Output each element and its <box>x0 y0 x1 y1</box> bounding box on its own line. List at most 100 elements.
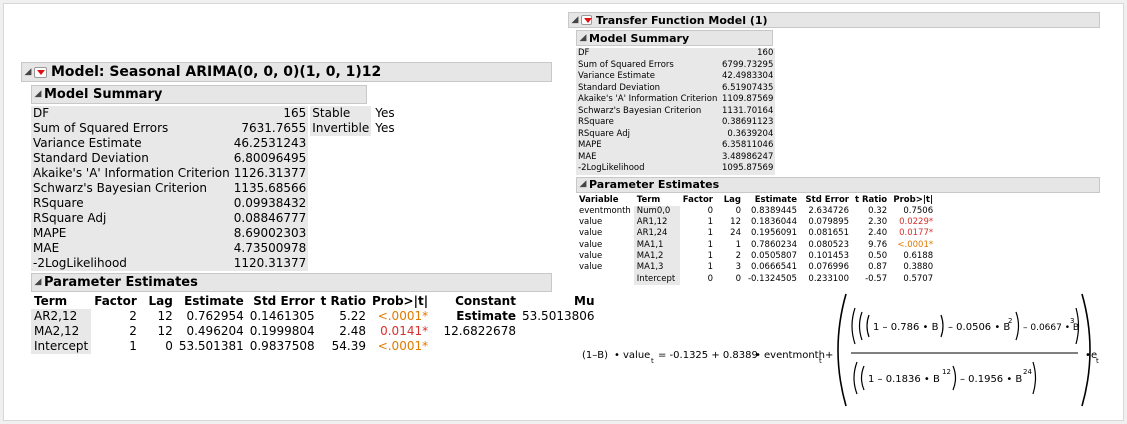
summary-label: RSquare <box>576 117 720 129</box>
cell-factor: 0 <box>707 273 713 284</box>
model-summary-header[interactable]: ◢ Model Summary <box>576 30 773 46</box>
red-triangle-menu-icon[interactable] <box>34 66 47 78</box>
column-header[interactable]: Prob>|t| <box>890 195 936 206</box>
table-row: MA2,12 2 12 0.496204 0.1999804 2.48 0.0141* <box>31 324 431 339</box>
summary-label: MAPE <box>31 226 232 241</box>
summary-row: DF 160 <box>576 48 776 60</box>
model-summary-section: ◢ Model Summary DF 165 Sum of Squared Erro… <box>31 85 552 271</box>
summary-label: Schwarz's Bayesian Criterion <box>31 181 232 196</box>
summary-label: DF <box>576 48 720 60</box>
column-header[interactable]: Std Error <box>247 294 318 309</box>
formula-dot: • <box>614 350 620 361</box>
cell-lag: 3 <box>735 262 741 273</box>
summary-row: MAPE 6.35811046 <box>576 140 776 152</box>
table-row: Intercept 0 0 -0.1324505 0.233100 -0.57 0.5707 <box>576 273 936 285</box>
column-header[interactable]: t Ratio <box>852 195 890 206</box>
summary-value: 3.48986247 <box>719 151 776 163</box>
formula-subscript-t: t <box>819 357 822 365</box>
column-header[interactable]: Estimate <box>176 294 247 309</box>
seasonal-arima-header[interactable]: ◢ Model: Seasonal ARIMA(0, 0, 0)(1, 0, 1… <box>21 62 552 82</box>
summary-row: MAPE 8.69002303 <box>31 226 309 241</box>
cell-stderr: 2.634726 <box>808 205 849 216</box>
stability-row: Invertible Yes <box>310 121 397 136</box>
summary-label: MAE <box>31 241 232 256</box>
parameter-estimates-section: ◢ Parameter Estimates Term Factor Lag Estim… <box>31 273 595 354</box>
summary-value: 0.08846777 <box>231 211 309 226</box>
formula-eventmonth: eventmonth <box>764 350 825 361</box>
column-header[interactable]: Estimate <box>744 195 800 206</box>
parameter-estimates-table: Variable Term Factor Lag Estimate Std Error t … <box>576 195 936 285</box>
cell-estimate: 0.7860234 <box>751 239 797 250</box>
cell-stderr: 0.9837508 <box>249 339 315 353</box>
column-header[interactable]: Term <box>634 195 680 206</box>
cell-factor: 0 <box>707 205 713 216</box>
summary-label: Akaike's 'A' Information Criterion <box>31 166 232 181</box>
summary-label: Akaike's 'A' Information Criterion <box>576 94 720 106</box>
formula-lhs-factor: (1–B) <box>582 350 608 361</box>
stability-row: Stable Yes <box>310 106 397 121</box>
header-row: Variable Term Factor Lag Estimate Std Error t … <box>576 195 936 206</box>
summary-label: Variance Estimate <box>31 136 232 151</box>
summary-value: 1109.87569 <box>719 94 776 106</box>
column-header[interactable]: Variable <box>576 195 634 206</box>
cell-tratio: 0.50 <box>868 250 888 261</box>
summary-row: Akaike's 'A' Information Criterion 1126.3… <box>31 166 309 181</box>
parameter-estimates-header[interactable]: ◢ Parameter Estimates <box>576 176 1100 193</box>
summary-value: 0.38691123 <box>719 117 776 129</box>
disclosure-triangle-icon[interactable]: ◢ <box>32 278 44 287</box>
summary-value: 8.69002303 <box>231 226 309 241</box>
summary-row: Schwarz's Bayesian Criterion 1131.70164 <box>576 105 776 117</box>
cell-estimate: 0.0666541 <box>751 262 797 273</box>
paren-icon <box>1032 361 1037 395</box>
denominator-term: 1 – 0.1836 • B <box>868 374 940 385</box>
cell-term: AR2,12 <box>31 309 92 324</box>
red-triangle-menu-icon[interactable] <box>581 15 592 25</box>
paren-icon <box>858 311 863 341</box>
constant-header: Constant <box>455 294 516 308</box>
model-summary-header[interactable]: ◢ Model Summary <box>31 85 367 104</box>
cell-term: MA1,1 <box>633 239 680 251</box>
column-header[interactable]: Term <box>31 294 91 309</box>
summary-row: RSquare Adj 0.08846777 <box>31 211 309 226</box>
cell-estimate: 53.501381 <box>178 339 244 353</box>
column-header[interactable]: Lag <box>140 294 176 309</box>
cell-term: MA1,2 <box>633 250 680 263</box>
column-header[interactable]: Factor <box>680 195 716 206</box>
cell-tratio: 0.87 <box>868 262 888 273</box>
table-row: Intercept 1 0 53.501381 0.9837508 54.39 <.0001… <box>31 339 431 354</box>
disclosure-triangle-icon[interactable]: ◢ <box>22 67 34 77</box>
parameter-estimates-header[interactable]: ◢ Parameter Estimates <box>31 273 552 292</box>
cell-stderr: 0.1999804 <box>249 324 315 338</box>
section-title: Model Summary <box>589 31 690 45</box>
seasonal-arima-report: ◢ Model: Seasonal ARIMA(0, 0, 0)(1, 0, 1… <box>21 62 595 354</box>
cell-term: MA2,12 <box>31 324 92 339</box>
disclosure-triangle-icon[interactable]: ◢ <box>569 15 581 25</box>
column-header[interactable]: t Ratio <box>318 294 369 309</box>
formula-plus: + <box>825 350 833 361</box>
summary-row: Akaike's 'A' Information Criterion 1109.8… <box>576 94 776 106</box>
summary-label: DF <box>31 106 232 121</box>
disclosure-triangle-icon[interactable]: ◢ <box>577 180 589 189</box>
cell-prob: <.0001* <box>897 239 934 250</box>
column-header[interactable]: Prob>|t| <box>369 294 431 309</box>
summary-row: MAE 3.48986247 <box>576 151 776 163</box>
cell-factor: 1 <box>129 339 137 353</box>
model-summary-table: DF 160 Sum of Squared Errors 6799.73295 Vari… <box>576 48 776 175</box>
disclosure-triangle-icon[interactable]: ◢ <box>577 33 589 43</box>
big-left-paren <box>837 293 847 407</box>
table-row: AR2,12 2 12 0.762954 0.1461305 5.22 <.0001* <box>31 309 431 324</box>
cell-prob: 0.7506 <box>903 205 934 216</box>
summary-label: RSquare Adj <box>576 128 720 140</box>
transfer-function-header[interactable]: ◢ Transfer Function Model (1) <box>568 12 1100 28</box>
column-header[interactable]: Lag <box>716 195 744 206</box>
cell-lag: 24 <box>730 228 741 239</box>
parameter-estimates-table: Term Factor Lag Estimate Std Error t Ratio Pro… <box>31 294 431 354</box>
disclosure-triangle-icon[interactable]: ◢ <box>32 90 44 99</box>
column-header[interactable]: Factor <box>91 294 140 309</box>
transfer-function-formula: (1–B) • value t = -0.1325 + 0.8389 • eve… <box>582 293 1099 407</box>
exponent-3: 3 <box>1070 317 1074 325</box>
summary-label: Schwarz's Bayesian Criterion <box>576 105 720 117</box>
summary-value: 1126.31377 <box>231 166 309 181</box>
column-header[interactable]: Std Error <box>800 195 852 206</box>
cell-estimate: 0.1836044 <box>751 217 797 228</box>
